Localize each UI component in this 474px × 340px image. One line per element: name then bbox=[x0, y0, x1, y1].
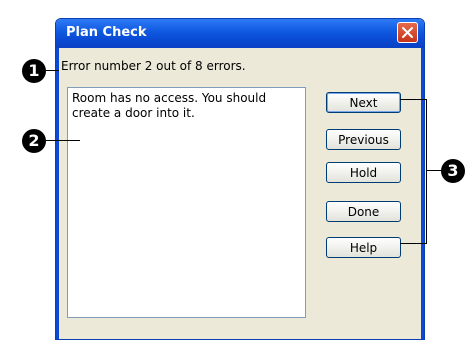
previous-button[interactable]: Previous bbox=[326, 129, 401, 150]
help-button[interactable]: Help bbox=[326, 237, 401, 258]
plan-check-dialog: Plan Check Error number 2 out of 8 error… bbox=[55, 18, 425, 340]
error-message: Room has no access. You should create a … bbox=[72, 91, 267, 120]
callout-1-leader bbox=[46, 70, 59, 71]
error-count-text: Error number 2 out of 8 errors. bbox=[61, 59, 246, 73]
hold-button[interactable]: Hold bbox=[326, 162, 401, 183]
bracket-top bbox=[400, 99, 427, 100]
bracket-vertical bbox=[426, 99, 427, 244]
message-box[interactable]: Room has no access. You should create a … bbox=[67, 87, 306, 318]
window-title: Plan Check bbox=[66, 25, 147, 40]
window-frame-left bbox=[56, 48, 59, 339]
callout-3: 3 bbox=[441, 159, 465, 183]
callout-2-leader bbox=[46, 140, 80, 141]
callout-2: 2 bbox=[22, 129, 46, 153]
callout-1: 1 bbox=[22, 59, 46, 83]
window-frame-right bbox=[421, 48, 424, 339]
close-button[interactable] bbox=[397, 22, 418, 43]
close-icon bbox=[402, 27, 413, 38]
next-button[interactable]: Next bbox=[326, 92, 401, 113]
bracket-bottom bbox=[400, 243, 427, 244]
done-button[interactable]: Done bbox=[326, 201, 401, 222]
callout-3-leader bbox=[426, 170, 442, 171]
title-bar[interactable]: Plan Check bbox=[56, 19, 424, 48]
